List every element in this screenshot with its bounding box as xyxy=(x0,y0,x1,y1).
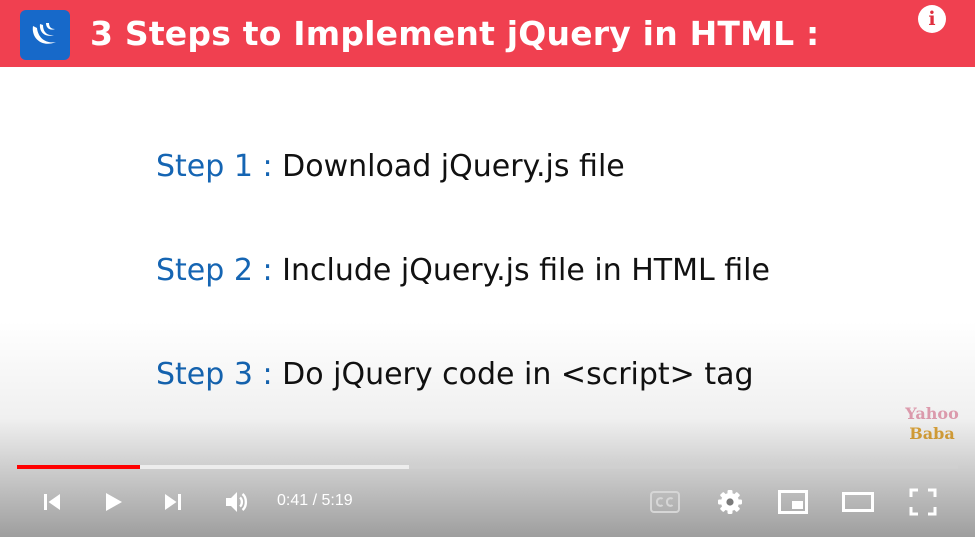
step-2-label: Step 2 : xyxy=(156,253,273,288)
play-button[interactable] xyxy=(95,484,131,520)
previous-icon xyxy=(40,490,64,514)
theater-mode-button[interactable] xyxy=(839,484,877,520)
step-1-text: Download jQuery.js file xyxy=(282,149,625,184)
info-icon[interactable]: i xyxy=(918,5,946,33)
banner-title: 3 Steps to Implement jQuery in HTML : xyxy=(90,14,820,53)
step-3-label: Step 3 : xyxy=(156,357,273,392)
controls-gradient xyxy=(0,320,975,537)
watermark-line-2: Baba xyxy=(909,424,955,443)
subtitles-button[interactable] xyxy=(647,484,683,520)
step-1: Step 1 : Download jQuery.js file xyxy=(156,147,625,187)
previous-button[interactable] xyxy=(34,484,70,520)
step-2: Step 2 : Include jQuery.js file in HTML … xyxy=(156,251,770,291)
fullscreen-button[interactable] xyxy=(905,484,941,520)
next-button[interactable] xyxy=(155,484,191,520)
step-2-text: Include jQuery.js file in HTML file xyxy=(282,253,770,288)
next-icon xyxy=(161,490,185,514)
closed-captions-icon xyxy=(650,491,680,513)
settings-gear-icon xyxy=(717,489,743,515)
progress-bar[interactable] xyxy=(17,465,958,469)
time-display: 0:41 / 5:19 xyxy=(277,490,353,512)
title-banner: 3 Steps to Implement jQuery in HTML : i xyxy=(0,0,975,67)
fullscreen-icon xyxy=(909,488,937,516)
watermark-line-1: Yahoo xyxy=(905,404,959,423)
jquery-logo-icon xyxy=(20,10,70,60)
progress-played xyxy=(17,465,140,469)
current-time: 0:41 xyxy=(277,492,309,509)
theater-mode-icon xyxy=(842,492,874,512)
miniplayer-button[interactable] xyxy=(775,484,811,520)
volume-button[interactable] xyxy=(218,484,254,520)
time-separator: / xyxy=(312,492,318,509)
volume-icon xyxy=(223,489,249,515)
miniplayer-icon xyxy=(778,490,808,514)
duration: 5:19 xyxy=(321,492,353,509)
settings-button[interactable] xyxy=(712,484,748,520)
step-1-label: Step 1 : xyxy=(156,149,273,184)
step-3-text: Do jQuery code in <script> tag xyxy=(282,357,754,392)
video-player[interactable]: 3 Steps to Implement jQuery in HTML : i … xyxy=(0,0,975,537)
play-icon xyxy=(101,490,125,514)
channel-watermark: Yahoo Baba xyxy=(904,404,960,444)
step-3: Step 3 : Do jQuery code in <script> tag xyxy=(156,355,754,395)
